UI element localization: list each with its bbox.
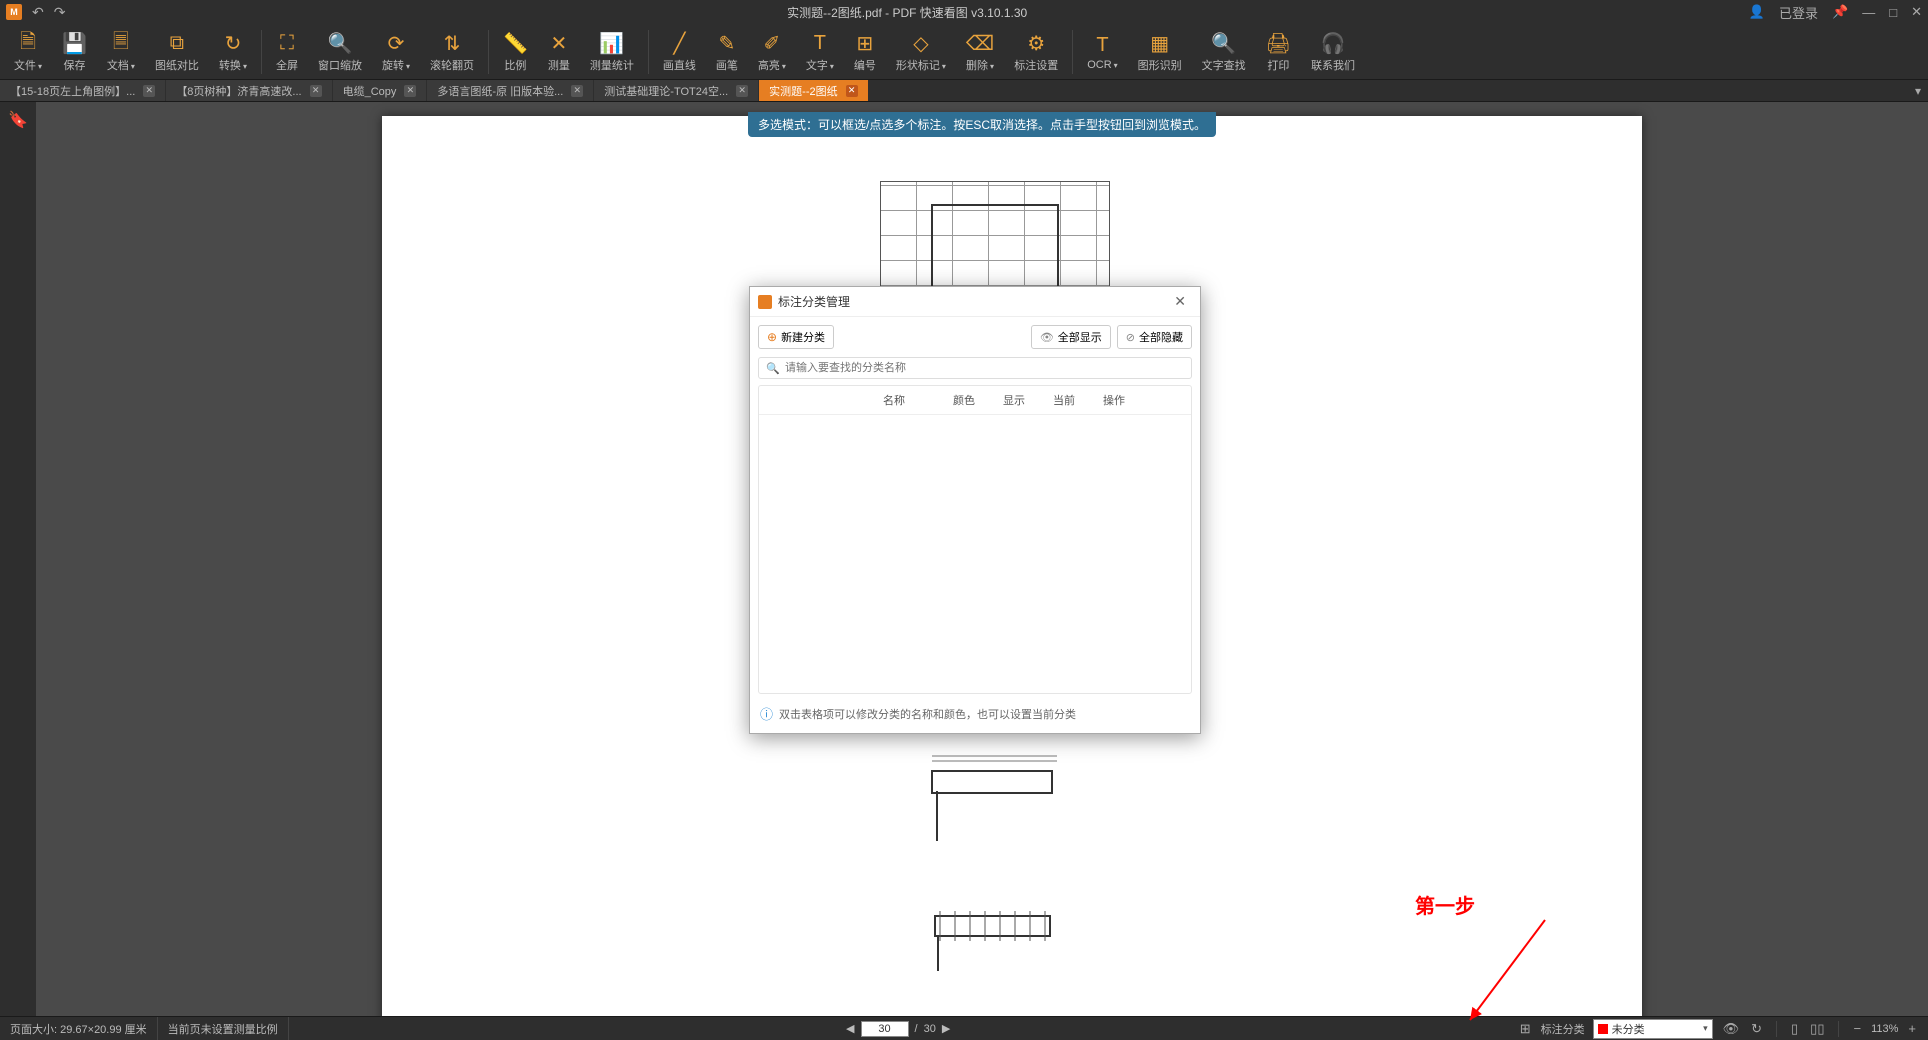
page-size-label: 页面大小: 29.67×20.99 厘米 — [0, 1017, 158, 1040]
shape-button[interactable]: ◇形状标记▾ — [886, 29, 956, 75]
close-window-button[interactable]: ✕ — [1911, 4, 1922, 20]
dialog-title: 标注分类管理 — [778, 293, 850, 310]
delete-button[interactable]: ⌫删除▾ — [956, 29, 1004, 75]
compare-button[interactable]: ⧉图纸对比 — [145, 29, 209, 75]
search-icon: 🔍 — [766, 362, 780, 375]
close-icon[interactable]: ✕ — [404, 85, 416, 97]
window-title: 实测题--2图纸.pdf - PDF 快速看图 v3.10.1.30 — [65, 4, 1748, 21]
col-name: 名称 — [759, 392, 939, 408]
current-category-dropdown[interactable]: 未分类 — [1593, 1019, 1713, 1039]
pin-button[interactable]: 📌 — [1832, 4, 1848, 20]
col-action: 操作 — [1089, 392, 1139, 408]
document-tabs: 【15-18页左上角图例】...✕ 【8页树种】济青高速改...✕ 电缆_Cop… — [0, 80, 1928, 102]
page-number-input[interactable] — [861, 1021, 909, 1037]
line-button[interactable]: ╱画直线 — [653, 29, 706, 75]
prev-page-button[interactable]: ◀ — [846, 1022, 854, 1035]
contact-button[interactable]: 🎧联系我们 — [1301, 29, 1365, 75]
close-icon[interactable]: ✕ — [846, 85, 858, 97]
eye-off-icon: ⊘ — [1126, 331, 1135, 344]
convert-button[interactable]: ↻转换▾ — [209, 29, 257, 75]
status-bar: 页面大小: 29.67×20.99 厘米 当前页未设置测量比例 ◀ / 30 ▶… — [0, 1016, 1928, 1040]
login-status: 已登录 — [1779, 3, 1818, 22]
zoom-in-button[interactable]: + — [1906, 1021, 1918, 1036]
close-icon[interactable]: ✕ — [310, 85, 322, 97]
scrollflip-button[interactable]: ⇅滚轮翻页 — [420, 29, 484, 75]
user-icon: 👤 — [1749, 4, 1765, 20]
dialog-close-button[interactable]: ✕ — [1168, 291, 1192, 312]
fullscreen-button[interactable]: ⛶全屏 — [266, 29, 308, 75]
bookmark-icon[interactable]: 🔖 — [8, 110, 28, 130]
textfind-button[interactable]: 🔍文字查找 — [1192, 29, 1256, 75]
minimize-button[interactable]: — — [1862, 5, 1875, 20]
ratio-button[interactable]: 📏比例 — [493, 29, 538, 75]
tabs-overflow-button[interactable]: ▾ — [1908, 80, 1928, 101]
measure-stats-button[interactable]: 📊测量统计 — [580, 29, 644, 75]
tab-6-active[interactable]: 实测题--2图纸✕ — [759, 80, 868, 101]
hide-all-button[interactable]: ⊘全部隐藏 — [1117, 325, 1192, 349]
dialog-footer-hint: 双击表格项可以修改分类的名称和颜色，也可以设置当前分类 — [779, 706, 1076, 722]
info-icon: ⓘ — [760, 704, 773, 723]
visibility-icon[interactable]: 👁 — [1721, 1021, 1742, 1037]
next-page-button[interactable]: ▶ — [942, 1022, 950, 1035]
tab-5[interactable]: 测试基础理论-TOT24空...✕ — [594, 80, 759, 101]
redo-button[interactable]: ↷ — [54, 4, 66, 21]
file-button[interactable]: 🗎文件▾ — [4, 29, 52, 75]
close-icon[interactable]: ✕ — [571, 85, 583, 97]
ocr-button[interactable]: TOCR▾ — [1077, 31, 1127, 73]
close-icon[interactable]: ✕ — [736, 85, 748, 97]
category-label: 标注分类 — [1541, 1021, 1585, 1037]
print-button[interactable]: 🖨打印 — [1256, 29, 1301, 75]
show-all-button[interactable]: 👁全部显示 — [1031, 325, 1111, 349]
col-color: 颜色 — [939, 392, 989, 408]
plus-icon: ⊕ — [767, 330, 777, 344]
category-table: 名称 颜色 显示 当前 操作 — [758, 385, 1192, 694]
mode-tooltip: 多选模式：可以框选/点选多个标注。按ESC取消选择。点击手型按钮回到浏览模式。 — [748, 112, 1216, 137]
measure-button[interactable]: ✕测量 — [538, 29, 580, 75]
drawing-content — [902, 736, 1072, 856]
save-button[interactable]: 💾保存 — [52, 29, 97, 75]
title-bar: M ↶ ↷ 实测题--2图纸.pdf - PDF 快速看图 v3.10.1.30… — [0, 0, 1928, 24]
color-swatch-icon — [1598, 1024, 1608, 1034]
drawing-content — [910, 886, 1065, 986]
tab-4[interactable]: 多语言图纸-原 旧版本验...✕ — [427, 80, 594, 101]
category-grid-icon[interactable]: ⊞ — [1518, 1021, 1533, 1037]
highlight-button[interactable]: ✐高亮▾ — [748, 29, 796, 75]
text-button[interactable]: T文字▾ — [796, 29, 844, 75]
tab-1[interactable]: 【15-18页左上角图例】...✕ — [0, 80, 166, 101]
rotate-button[interactable]: ⟳旋转▾ — [372, 29, 420, 75]
anno-settings-button[interactable]: ⚙标注设置 — [1004, 29, 1068, 75]
number-button[interactable]: ⊞编号 — [844, 29, 886, 75]
col-current: 当前 — [1039, 392, 1089, 408]
maximize-button[interactable]: □ — [1889, 5, 1897, 20]
app-logo-icon: M — [6, 4, 22, 20]
page-total: 30 — [924, 1023, 936, 1035]
category-search-input[interactable] — [758, 357, 1192, 379]
col-show: 显示 — [989, 392, 1039, 408]
close-icon[interactable]: ✕ — [143, 85, 155, 97]
undo-button[interactable]: ↶ — [32, 4, 44, 21]
left-gutter: 🔖 — [0, 102, 36, 1022]
tab-3[interactable]: 电缆_Copy✕ — [333, 80, 428, 101]
zoom-out-button[interactable]: − — [1851, 1021, 1863, 1036]
single-page-icon[interactable]: ▯ — [1789, 1021, 1800, 1037]
brush-button[interactable]: ✎画笔 — [706, 29, 748, 75]
fitwindow-button[interactable]: 🔍窗口缩放 — [308, 29, 372, 75]
image-recog-button[interactable]: ▦图形识别 — [1128, 29, 1192, 75]
new-category-button[interactable]: ⊕新建分类 — [758, 325, 834, 349]
tab-2[interactable]: 【8页树种】济青高速改...✕ — [166, 80, 332, 101]
main-toolbar: 🗎文件▾ 💾保存 🗏文档▾ ⧉图纸对比 ↻转换▾ ⛶全屏 🔍窗口缩放 ⟳旋转▾ … — [0, 24, 1928, 80]
category-dialog: 标注分类管理 ✕ ⊕新建分类 👁全部显示 ⊘全部隐藏 🔍 名称 颜色 显示 当前… — [749, 286, 1201, 734]
rotate-icon[interactable]: ↻ — [1749, 1021, 1764, 1037]
dialog-titlebar[interactable]: 标注分类管理 ✕ — [750, 287, 1200, 317]
scale-status-label: 当前页未设置测量比例 — [158, 1017, 289, 1040]
dialog-logo-icon — [758, 295, 772, 309]
two-page-icon[interactable]: ▯▯ — [1808, 1021, 1826, 1037]
zoom-level: 113% — [1871, 1023, 1898, 1035]
doc-button[interactable]: 🗏文档▾ — [97, 29, 145, 75]
eye-icon: 👁 — [1040, 331, 1054, 344]
